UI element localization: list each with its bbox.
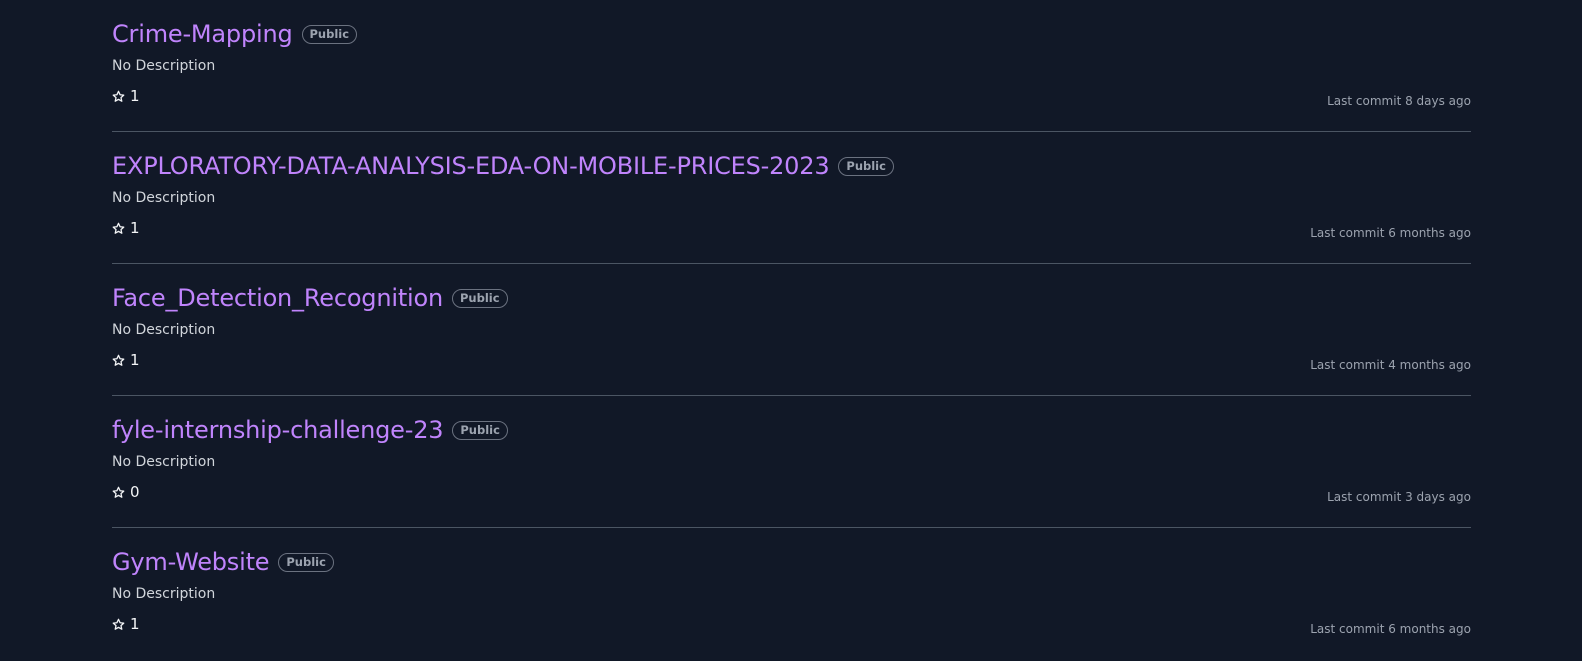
repo-title-row: EXPLORATORY-DATA-ANALYSIS-EDA-ON-MOBILE-… [112,150,894,182]
visibility-badge: Public [301,24,358,44]
star-icon [112,486,125,498]
star-icon [112,618,125,630]
last-commit: Last commit 6 months ago [1310,622,1471,636]
repo-list: Crime-Mapping Public No Description 1 La… [112,0,1471,660]
repo-description: No Description [112,454,216,470]
repo-item: Face_Detection_Recognition Public No Des… [112,264,1471,396]
star-count-value: 1 [130,351,140,369]
repo-item: Crime-Mapping Public No Description 1 La… [112,0,1471,132]
repo-description: No Description [112,58,216,74]
star-count: 1 [112,615,140,633]
last-commit: Last commit 8 days ago [1327,94,1471,108]
repo-description: No Description [112,322,216,338]
star-count-value: 1 [130,219,140,237]
last-commit: Last commit 4 months ago [1310,358,1471,372]
visibility-badge: Public [278,552,334,572]
star-icon [112,354,125,366]
repo-name-link[interactable]: Gym-Website [112,548,270,576]
repo-title-row: Face_Detection_Recognition Public [112,282,508,314]
star-icon [112,222,125,234]
repo-title-row: Gym-Website Public [112,546,334,578]
last-commit: Last commit 6 months ago [1310,226,1471,240]
repo-name-link[interactable]: fyle-internship-challenge-23 [112,416,444,444]
visibility-badge: Public [452,288,508,308]
star-icon [112,90,125,102]
repo-title-row: Crime-Mapping Public [112,18,358,50]
star-count: 0 [112,483,140,501]
repo-item: fyle-internship-challenge-23 Public No D… [112,396,1471,528]
repo-name-link[interactable]: EXPLORATORY-DATA-ANALYSIS-EDA-ON-MOBILE-… [112,152,830,180]
repo-description: No Description [112,190,216,206]
star-count: 1 [112,351,140,369]
repo-name-link[interactable]: Face_Detection_Recognition [112,284,443,312]
star-count-value: 1 [130,87,140,105]
star-count: 1 [112,87,140,105]
visibility-badge: Public [838,156,894,176]
repo-item: EXPLORATORY-DATA-ANALYSIS-EDA-ON-MOBILE-… [112,132,1471,264]
repo-description: No Description [112,586,216,602]
repo-item: Gym-Website Public No Description 1 Last… [112,528,1471,660]
visibility-badge: Public [452,420,508,440]
star-count-value: 0 [130,483,140,501]
repo-name-link[interactable]: Crime-Mapping [112,20,293,48]
star-count: 1 [112,219,140,237]
repo-title-row: fyle-internship-challenge-23 Public [112,414,508,446]
star-count-value: 1 [130,615,140,633]
last-commit: Last commit 3 days ago [1327,490,1471,504]
